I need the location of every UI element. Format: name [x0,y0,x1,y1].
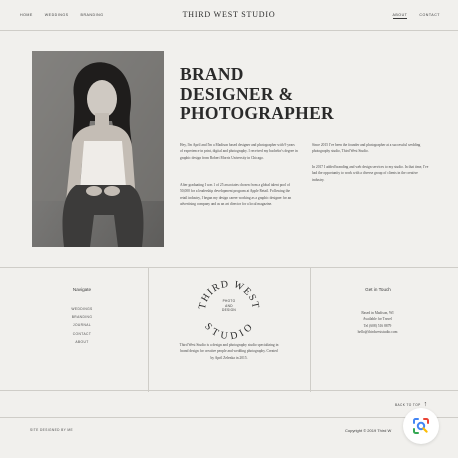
seal-center-text: Photo and Design [197,299,261,313]
nav-right: About Contact [392,13,441,19]
contact-email[interactable]: hello@thirdweststudio.com [335,329,420,335]
page-title: BRAND DESIGNER & PHOTOGRAPHER [180,64,334,124]
portrait-image [32,51,164,247]
bio-paragraph-1: Hey, I'm April and I'm a Madison based d… [180,143,298,160]
title-line: DESIGNER & [180,83,294,104]
navigate-heading: Navigate [72,287,92,292]
bio-paragraph-4: In 2017 I added branding and web design … [312,165,429,182]
footer-link-contact[interactable]: Contact [62,330,102,338]
arrow-up-icon: ↑ [423,400,428,408]
footer-link-about[interactable]: About [62,338,102,346]
brand-logo-text[interactable]: THIRD WEST STUDIO [183,10,276,19]
studio-about-text: Third West Studio is a design and photog… [179,343,279,360]
studio-seal-logo: THIRD WEST STUDIO Photo and Design [197,277,261,343]
bio-paragraph-3: Since 2015 I've been the founder and pho… [312,143,421,154]
bottom-divider [0,417,458,418]
footer-nav-list: Weddings Branding Journal Contact About [62,305,102,346]
svg-text:STUDIO: STUDIO [202,321,255,341]
nav-link-contact[interactable]: Contact [419,13,440,19]
contact-heading: Get in Touch [365,287,391,292]
nav-left: Home Weddings Branding [20,13,104,17]
bio-paragraph-2: After graduating I was 1 of 25 associate… [180,183,292,206]
title-line: BRAND [180,64,244,84]
google-lens-button[interactable] [403,408,439,444]
portrait-photo [32,51,164,247]
footer-link-branding[interactable]: Branding [62,313,102,321]
column-divider [148,268,149,392]
seal-center-line: Design [221,308,237,313]
back-to-top-link[interactable]: Back to top ↑ [395,401,427,408]
column-divider [310,268,311,392]
footer-link-journal[interactable]: Journal [62,321,102,329]
back-to-top-label: Back to top [395,402,421,407]
seal-bottom-text: STUDIO [202,321,254,342]
footer-link-weddings[interactable]: Weddings [62,305,102,313]
page: Home Weddings Branding THIRD WEST STUDIO… [0,0,458,458]
title-line: PHOTOGRAPHER [180,103,334,123]
nav-link-about[interactable]: About [392,13,408,19]
nav-link-branding[interactable]: Branding [81,13,104,17]
site-credit: Site designed by me [30,428,73,432]
copyright-text: Copyright © 2019 Third W [345,428,392,433]
nav-link-weddings[interactable]: Weddings [45,13,69,17]
contact-details: Based in Madison, WI Available for Trave… [335,310,420,336]
google-lens-icon [413,418,429,434]
nav-link-home[interactable]: Home [20,13,33,17]
top-navigation: Home Weddings Branding THIRD WEST STUDIO… [0,0,458,31]
